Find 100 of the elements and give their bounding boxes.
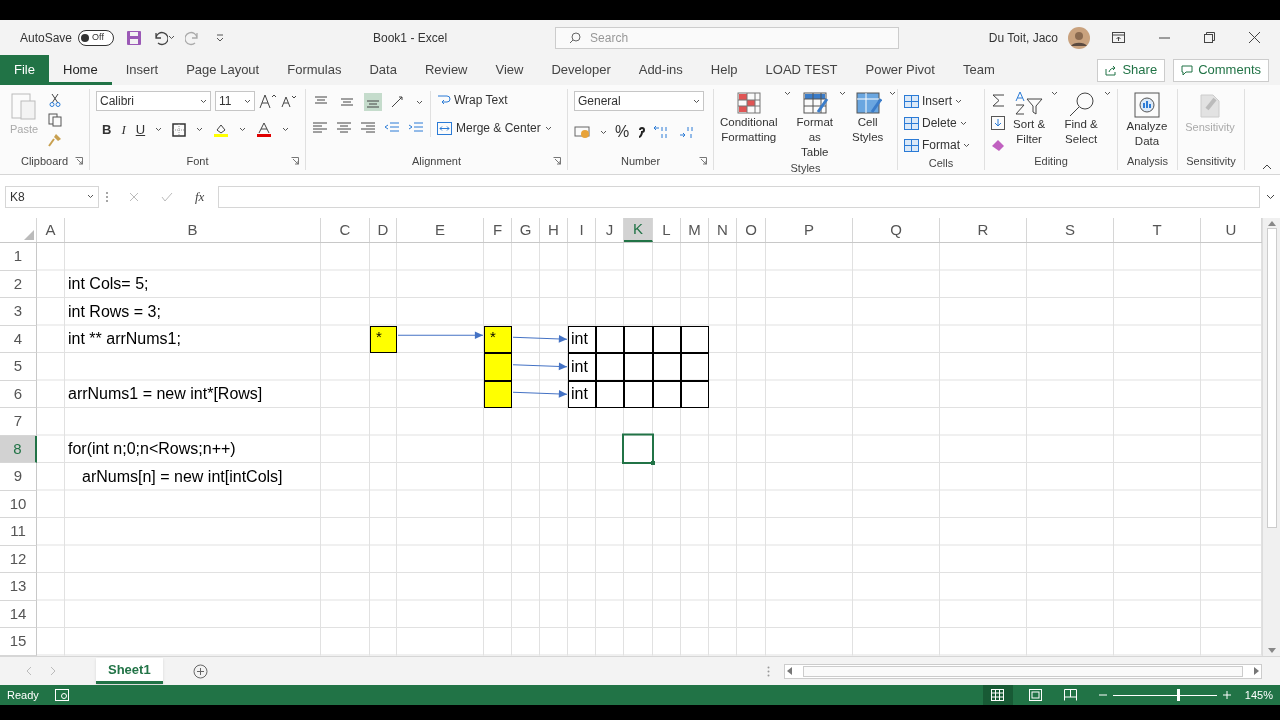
row-header[interactable]: 6 (0, 380, 37, 408)
column-header[interactable]: M (681, 218, 709, 242)
zoom-level[interactable]: 145% (1244, 686, 1273, 704)
ribbon-tab[interactable]: Team (948, 55, 1009, 85)
zoom-slider-thumb[interactable] (1177, 689, 1181, 701)
format-as-table-button[interactable]: Format as Table (796, 91, 833, 160)
insert-function-button[interactable]: fx (195, 186, 205, 207)
cut-icon[interactable] (48, 93, 62, 107)
row-header[interactable]: 15 (0, 628, 37, 656)
zoom-out-icon[interactable] (1098, 691, 1107, 699)
row-header[interactable]: 14 (0, 600, 37, 628)
ribbon-tab[interactable]: Add-ins (624, 55, 697, 85)
number-format-dropdown[interactable]: General (574, 91, 704, 111)
autosum-icon[interactable] (991, 93, 1005, 108)
column-header[interactable]: P (766, 218, 853, 242)
column-header[interactable]: R (940, 218, 1027, 242)
row-header[interactable]: 12 (0, 545, 37, 573)
conditional-formatting-button[interactable]: Conditional Formatting (720, 91, 778, 145)
column-header[interactable]: S (1027, 218, 1114, 242)
ribbon-tab[interactable]: View (481, 55, 538, 85)
row-header[interactable]: 2 (0, 270, 37, 298)
ribbon-tab[interactable]: Data (355, 55, 411, 85)
add-sheet-icon[interactable] (192, 663, 208, 679)
percent-style-button[interactable]: % (615, 120, 630, 144)
column-header[interactable]: G (512, 218, 540, 242)
ribbon-tab[interactable]: Insert (111, 55, 173, 85)
macro-record-icon[interactable] (54, 689, 69, 701)
column-header[interactable]: D (370, 218, 397, 242)
analyze-data-button[interactable]: Analyze Data (1124, 91, 1170, 149)
scroll-up-icon[interactable] (1267, 220, 1276, 226)
scroll-left-icon[interactable] (787, 667, 793, 675)
zoom-in-icon[interactable] (1222, 691, 1231, 699)
font-color-icon[interactable] (256, 121, 273, 138)
expand-formula-icon[interactable] (1266, 193, 1275, 200)
column-header[interactable]: N (709, 218, 737, 242)
ribbon-tab[interactable]: LOAD TEST (751, 55, 852, 85)
sort-filter-button[interactable]: Sort & Filter (1013, 91, 1046, 147)
formula-input[interactable] (218, 185, 1260, 208)
column-header[interactable]: L (653, 218, 681, 242)
find-select-button[interactable]: Find & Select (1064, 91, 1098, 147)
column-header[interactable]: T (1114, 218, 1201, 242)
collapse-ribbon-icon[interactable] (1262, 164, 1272, 170)
row-header[interactable]: 3 (0, 298, 37, 326)
ribbon-tab[interactable]: Developer (537, 55, 625, 85)
row-header[interactable]: 8 (0, 435, 37, 463)
align-center-icon[interactable] (336, 121, 352, 135)
scroll-right-icon[interactable] (1253, 667, 1259, 675)
dialog-launcher-icon[interactable] (699, 157, 707, 165)
scroll-down-icon[interactable] (1267, 648, 1276, 654)
page-layout-icon[interactable] (1028, 689, 1042, 701)
row-header[interactable]: 9 (0, 463, 37, 491)
page-break-icon[interactable] (1063, 689, 1077, 701)
comma-style-icon[interactable] (637, 125, 646, 139)
font-size-dropdown[interactable]: 11 (215, 91, 255, 111)
cell-styles-button[interactable]: Cell Styles (851, 91, 884, 145)
cells-delete-button[interactable]: Delete (904, 113, 970, 133)
column-header[interactable]: E (397, 218, 484, 242)
share-button[interactable]: Share (1097, 58, 1166, 82)
column-header[interactable]: F (484, 218, 512, 242)
close-icon[interactable] (1249, 32, 1260, 43)
font-name-dropdown[interactable]: Calibri (96, 91, 211, 111)
ribbon-tab[interactable]: Help (696, 55, 752, 85)
horizontal-scrollbar-thumb[interactable] (803, 665, 1243, 677)
row-header[interactable]: 11 (0, 518, 37, 546)
column-header[interactable]: A (37, 218, 65, 242)
cells-insert-button[interactable]: Insert (904, 91, 970, 111)
comments-button[interactable]: Comments (1173, 58, 1269, 82)
vertical-scrollbar-thumb[interactable] (1266, 228, 1277, 528)
split-handle-icon[interactable] (767, 665, 770, 677)
sheet-tab[interactable]: Sheet1 (96, 658, 163, 684)
column-header[interactable]: Q (853, 218, 940, 242)
eraser-icon[interactable] (991, 138, 1007, 152)
row-header[interactable]: 5 (0, 353, 37, 381)
ribbon-tab[interactable]: Formulas (273, 55, 356, 85)
column-header[interactable]: B (65, 218, 321, 242)
row-header[interactable]: 4 (0, 325, 37, 353)
undo-icon[interactable] (152, 29, 169, 46)
ribbon-tab[interactable]: Power Pivot (851, 55, 949, 85)
ribbon-tab[interactable]: Review (410, 55, 482, 85)
file-tab[interactable]: File (0, 55, 49, 85)
row-header[interactable]: 13 (0, 573, 37, 601)
row-header[interactable]: 7 (0, 408, 37, 436)
restore-icon[interactable] (1204, 32, 1215, 43)
row-header[interactable]: 1 (0, 243, 37, 271)
copy-icon[interactable] (48, 113, 62, 127)
cells-format-button[interactable]: Format (904, 135, 970, 155)
normal-view-button[interactable] (982, 685, 1013, 705)
merge-center-button[interactable]: Merge & Center (437, 119, 552, 137)
row-header[interactable]: 10 (0, 490, 37, 518)
ribbon-display-icon[interactable] (1112, 32, 1125, 43)
name-box[interactable]: K8 (5, 185, 99, 208)
dialog-launcher-icon[interactable] (553, 157, 561, 165)
column-header[interactable]: O (737, 218, 766, 242)
dialog-launcher-icon[interactable] (291, 157, 299, 165)
column-header[interactable]: K (624, 218, 653, 242)
customize-toolbar-icon[interactable] (215, 32, 226, 43)
decrease-font-icon[interactable] (281, 94, 297, 108)
increase-font-icon[interactable] (259, 93, 277, 109)
zoom-slider[interactable] (1112, 689, 1217, 701)
column-header[interactable]: H (540, 218, 568, 242)
